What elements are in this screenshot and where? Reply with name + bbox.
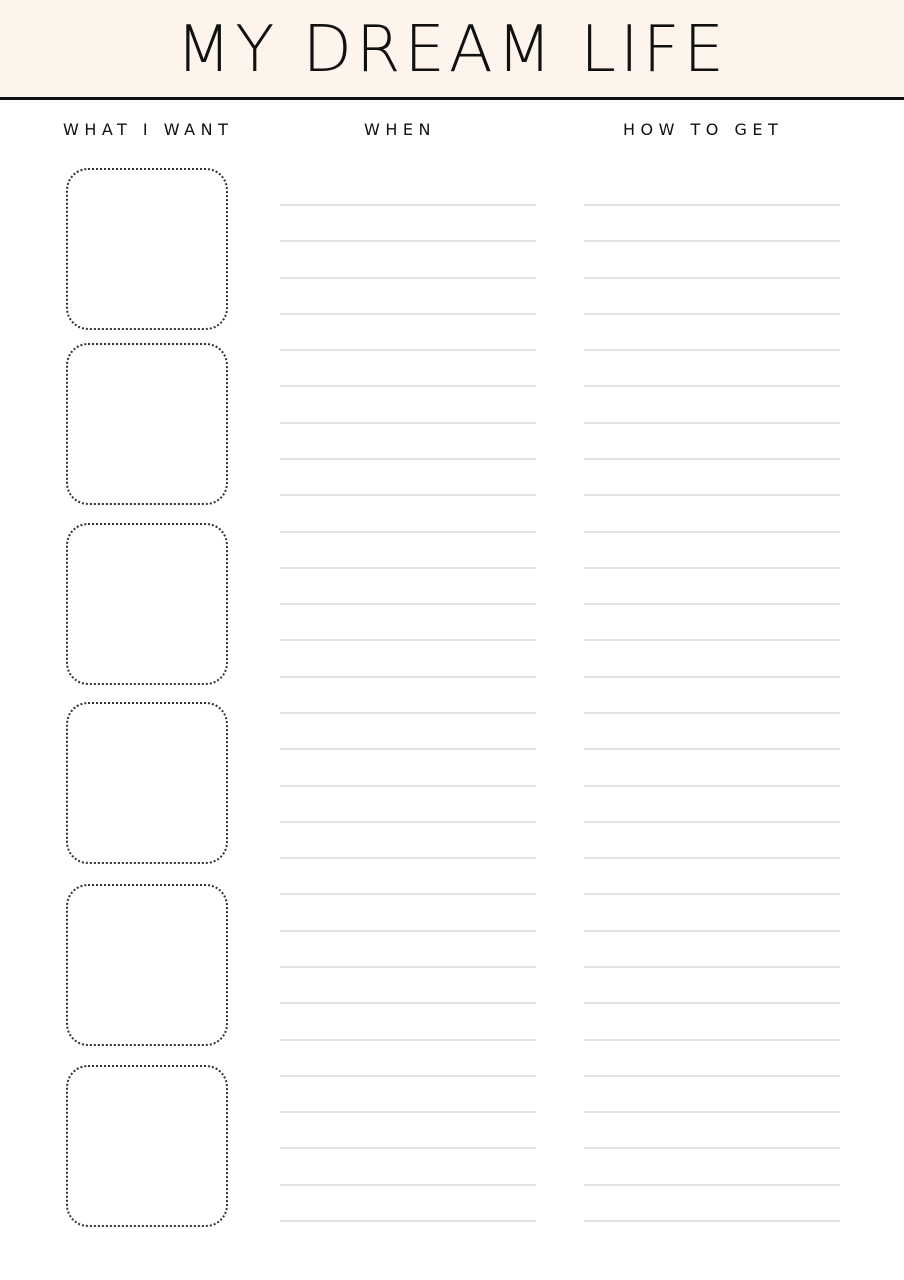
- when-writing-line: [280, 676, 536, 678]
- how-writing-line: [584, 385, 840, 387]
- how-writing-line: [584, 1002, 840, 1004]
- how-writing-line: [584, 1039, 840, 1041]
- picture-box: [66, 884, 228, 1046]
- picture-box: [66, 168, 228, 330]
- when-writing-line: [280, 1111, 536, 1113]
- when-writing-line: [280, 748, 536, 750]
- how-writing-line: [584, 422, 840, 424]
- when-writing-line: [280, 240, 536, 242]
- how-writing-line: [584, 712, 840, 714]
- when-writing-line: [280, 313, 536, 315]
- how-writing-line: [584, 204, 840, 206]
- when-writing-line: [280, 603, 536, 605]
- when-writing-line: [280, 893, 536, 895]
- header-divider: [0, 97, 904, 100]
- when-writing-line: [280, 966, 536, 968]
- how-writing-line: [584, 458, 840, 460]
- when-writing-line: [280, 930, 536, 932]
- when-writing-line: [280, 204, 536, 206]
- how-writing-line: [584, 930, 840, 932]
- how-writing-line: [584, 349, 840, 351]
- when-writing-line: [280, 821, 536, 823]
- how-writing-line: [584, 966, 840, 968]
- how-writing-line: [584, 639, 840, 641]
- when-writing-line: [280, 385, 536, 387]
- how-writing-line: [584, 603, 840, 605]
- picture-box: [66, 523, 228, 685]
- when-writing-line: [280, 712, 536, 714]
- picture-box: [66, 1065, 228, 1227]
- how-writing-line: [584, 313, 840, 315]
- how-writing-line: [584, 748, 840, 750]
- how-writing-line: [584, 240, 840, 242]
- column-header-what-i-want: WHAT I WANT: [63, 120, 234, 139]
- how-writing-line: [584, 821, 840, 823]
- how-writing-line: [584, 567, 840, 569]
- how-writing-line: [584, 277, 840, 279]
- how-writing-line: [584, 494, 840, 496]
- when-writing-line: [280, 277, 536, 279]
- how-writing-line: [584, 531, 840, 533]
- when-writing-line: [280, 422, 536, 424]
- how-writing-line: [584, 676, 840, 678]
- when-writing-line: [280, 567, 536, 569]
- when-writing-line: [280, 1147, 536, 1149]
- picture-box: [66, 702, 228, 864]
- page-title: MY DREAM LIFE: [176, 13, 728, 87]
- how-writing-line: [584, 785, 840, 787]
- when-writing-line: [280, 1220, 536, 1222]
- column-header-when: WHEN: [364, 120, 436, 139]
- when-writing-line: [280, 531, 536, 533]
- how-writing-line: [584, 1147, 840, 1149]
- how-writing-line: [584, 1075, 840, 1077]
- how-writing-line: [584, 1184, 840, 1186]
- when-writing-line: [280, 349, 536, 351]
- when-writing-line: [280, 494, 536, 496]
- when-writing-line: [280, 1184, 536, 1186]
- when-writing-line: [280, 857, 536, 859]
- picture-box: [66, 343, 228, 505]
- column-header-how-to-get: HOW TO GET: [623, 120, 784, 139]
- when-writing-line: [280, 639, 536, 641]
- how-writing-line: [584, 893, 840, 895]
- how-writing-line: [584, 1220, 840, 1222]
- when-writing-line: [280, 1075, 536, 1077]
- how-writing-line: [584, 1111, 840, 1113]
- when-writing-line: [280, 458, 536, 460]
- how-writing-line: [584, 857, 840, 859]
- when-writing-line: [280, 1002, 536, 1004]
- when-writing-line: [280, 1039, 536, 1041]
- when-writing-line: [280, 785, 536, 787]
